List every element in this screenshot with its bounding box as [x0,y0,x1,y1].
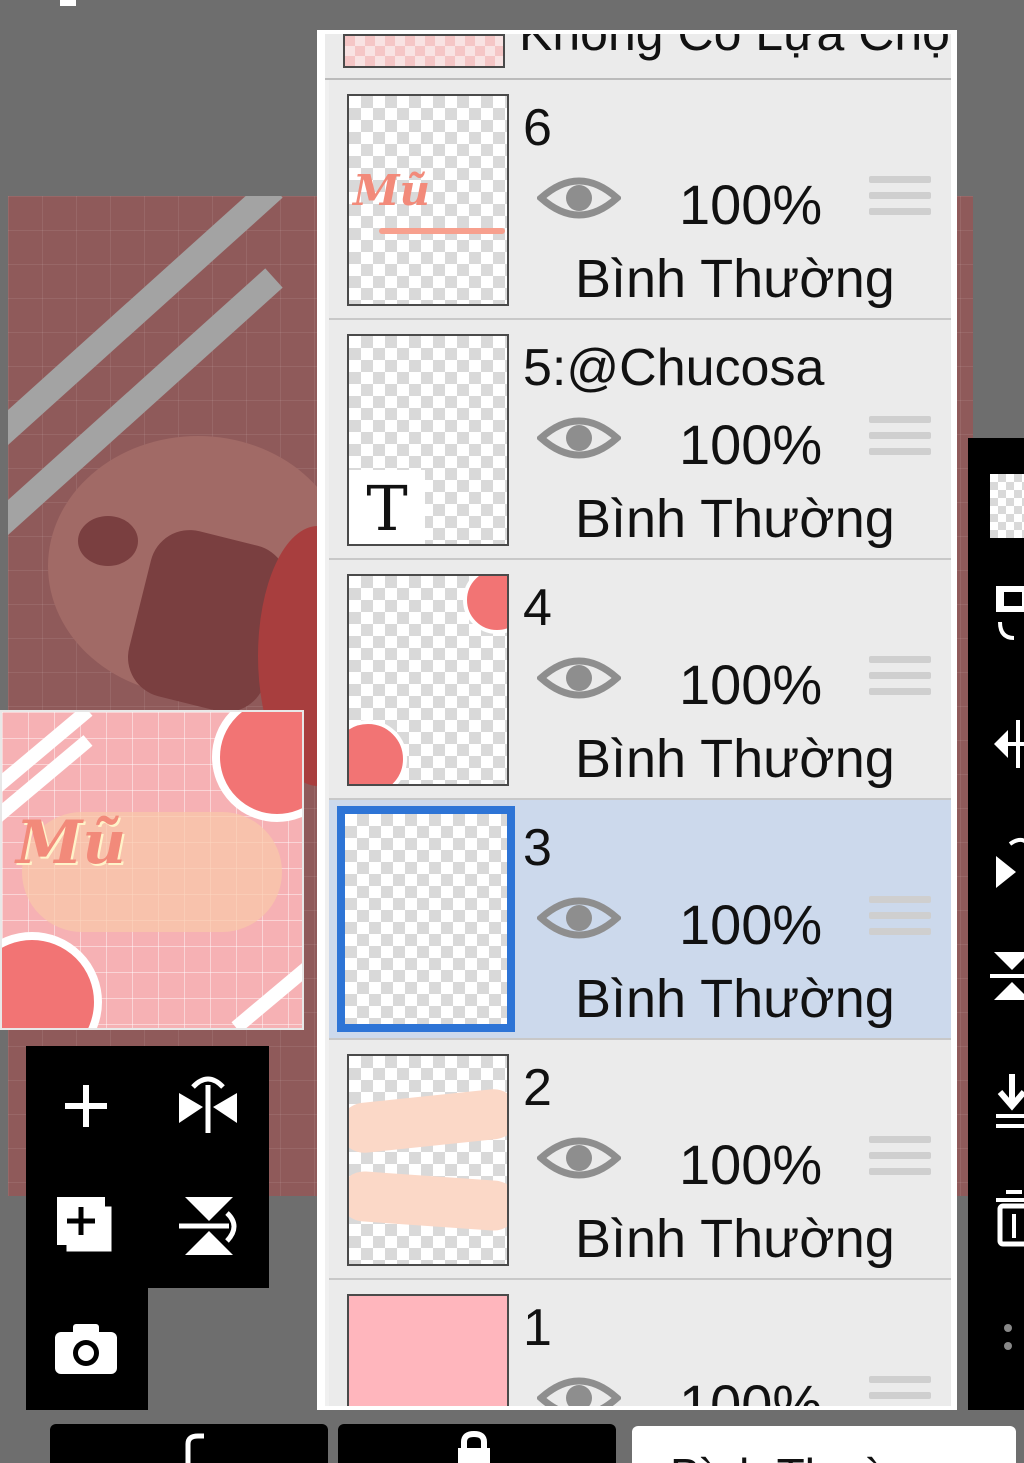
merge-down-icon[interactable] [990,1070,1024,1130]
drag-handle-icon[interactable] [869,1136,931,1186]
layers-panel: Không Có Lựa Chọn Mũ 6 100% Bình Thường … [317,30,957,1410]
layer-name: 4 [523,579,552,637]
layer-row-6[interactable]: Mũ 6 100% Bình Thường [329,80,951,320]
thumb-wave [349,1169,507,1233]
thumb-wave [349,1086,507,1156]
canvas-shape [78,516,138,566]
layer-blend-mode[interactable]: Bình Thường [575,1208,895,1270]
layer-thumbnail [337,806,515,1032]
selection-row[interactable]: Không Có Lựa Chọn [325,34,951,80]
layer-opacity[interactable]: 100% [679,1132,822,1197]
lock-alpha-button[interactable] [338,1424,616,1463]
layer-row-3[interactable]: 3 100% Bình Thường [329,800,951,1040]
layer-blend-mode[interactable]: Bình Thường [575,968,895,1030]
flip-vertical-button[interactable] [168,1186,248,1266]
flip-icon[interactable] [990,946,1024,1006]
more-icon[interactable] [990,1318,1024,1378]
layer-name: 1 [523,1299,552,1357]
camera-icon [55,1324,117,1374]
preview-stripe [231,945,302,1028]
preview-circle [2,932,102,1028]
layer-thumbnail: T [347,334,509,546]
selection-thumbnail [343,34,505,68]
preview-title-art: Mũ [16,808,127,878]
drag-handle-icon[interactable] [869,416,931,466]
flip-horizontal-icon [179,1076,237,1133]
layer-thumbnail [347,1294,509,1406]
right-toolbar [968,438,1024,1410]
add-layer-button[interactable] [46,1066,126,1146]
blend-mode-dropdown-label: Bình Thường [670,1448,942,1463]
drag-handle-icon[interactable] [869,176,931,226]
eye-icon[interactable] [537,1372,621,1410]
layer-thumbnail [347,1054,509,1266]
layer-row-2[interactable]: 2 100% Bình Thường [329,1040,951,1280]
eye-icon[interactable] [537,172,621,224]
layer-blend-mode[interactable]: Bình Thường [575,728,895,790]
layer-opacity[interactable]: 100% [679,412,822,477]
flip-horizontal-button[interactable] [168,1066,248,1146]
layer-name: 5:@Chucosa [523,339,825,397]
eye-icon[interactable] [537,652,621,704]
duplicate-layer-button[interactable] [46,1186,126,1266]
layer-opacity[interactable]: 100% [679,892,822,957]
thumb-art: Mũ [353,166,431,215]
duplicate-layer-icon [57,1197,115,1255]
eye-icon[interactable] [537,892,621,944]
status-indicator [60,0,76,6]
layer-opacity[interactable]: 100% [679,172,822,237]
lock-icon [458,1430,490,1463]
thumb-circle [349,720,407,784]
clipping-button[interactable] [50,1424,328,1463]
layer-row-1[interactable]: 1 100% [329,1280,951,1410]
layer-blend-mode[interactable]: Bình Thường [575,248,895,310]
move-icon[interactable] [990,714,1024,774]
camera-tool-panel [26,1288,148,1410]
camera-button[interactable] [46,1308,126,1388]
layer-blend-mode[interactable]: Bình Thường [575,488,895,550]
layer-row-5[interactable]: T 5:@Chucosa 100% Bình Thường [329,320,951,560]
eye-icon[interactable] [537,1132,621,1184]
eye-icon[interactable] [537,412,621,464]
drag-handle-icon[interactable] [869,896,931,946]
text-layer-icon: T [349,470,425,544]
transparency-icon[interactable] [990,474,1024,538]
canvas-stripe [8,196,283,466]
drag-handle-icon[interactable] [869,656,931,706]
layer-row-4[interactable]: 4 100% Bình Thường [329,560,951,800]
layer-opacity[interactable]: 100% [679,1372,822,1406]
selection-label: Không Có Lựa Chọn [519,34,951,62]
layer-name: 2 [523,1059,552,1117]
thumb-art [379,228,505,234]
rotate-icon[interactable] [990,832,1024,892]
thumb-circle [463,576,507,634]
layer-name: 3 [523,819,552,877]
preview-circle [212,712,302,822]
add-layer-icon [65,1085,107,1127]
layer-tools [26,1046,269,1288]
transform-icon[interactable] [990,582,1024,642]
clipping-icon [185,1433,204,1463]
drag-handle-icon[interactable] [869,1376,931,1406]
flip-vertical-icon [179,1197,237,1255]
layer-name: 6 [523,99,552,157]
delete-icon[interactable] [990,1188,1024,1248]
layer-thumbnail: Mũ [347,94,509,306]
layer-thumbnail [347,574,509,786]
layer-opacity[interactable]: 100% [679,652,822,717]
blend-mode-dropdown[interactable]: Bình Thường [632,1426,1016,1463]
